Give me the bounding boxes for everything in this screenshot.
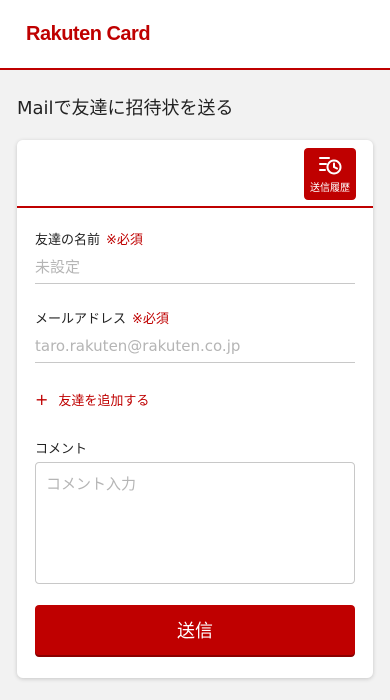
send-history-label: 送信履歴 bbox=[310, 183, 350, 194]
comment-textarea[interactable] bbox=[35, 462, 355, 584]
add-friend-link[interactable]: + 友達を追加する bbox=[35, 390, 149, 409]
rakuten-card-logo[interactable]: Rakuten Card bbox=[26, 23, 151, 46]
page-title: Mailで友達に招待状を送る bbox=[17, 98, 234, 119]
send-history-button[interactable]: 送信履歴 bbox=[304, 148, 356, 200]
friend-name-label: 友達の名前 ※必須 bbox=[35, 229, 143, 248]
required-mark: ※必須 bbox=[132, 312, 169, 327]
invite-form-card: 送信履歴 友達の名前 ※必須 メールアドレス ※必須 + 友達を追加する コメント 送… bbox=[17, 140, 373, 678]
comment-label: コメント bbox=[35, 442, 88, 457]
friend-name-input[interactable] bbox=[35, 250, 355, 284]
app-header: Rakuten Card bbox=[0, 0, 390, 70]
email-input[interactable] bbox=[35, 329, 355, 363]
add-friend-label: 友達を追加する bbox=[58, 394, 150, 409]
history-list-icon bbox=[319, 157, 342, 175]
plus-icon: + bbox=[35, 390, 49, 409]
card-toolbar: 送信履歴 bbox=[17, 140, 373, 208]
email-label-text: メールアドレス bbox=[35, 312, 127, 327]
send-button[interactable]: 送信 bbox=[35, 605, 355, 655]
friend-name-label-text: 友達の名前 bbox=[35, 233, 101, 248]
required-mark: ※必須 bbox=[106, 233, 143, 248]
email-label: メールアドレス ※必須 bbox=[35, 308, 169, 327]
